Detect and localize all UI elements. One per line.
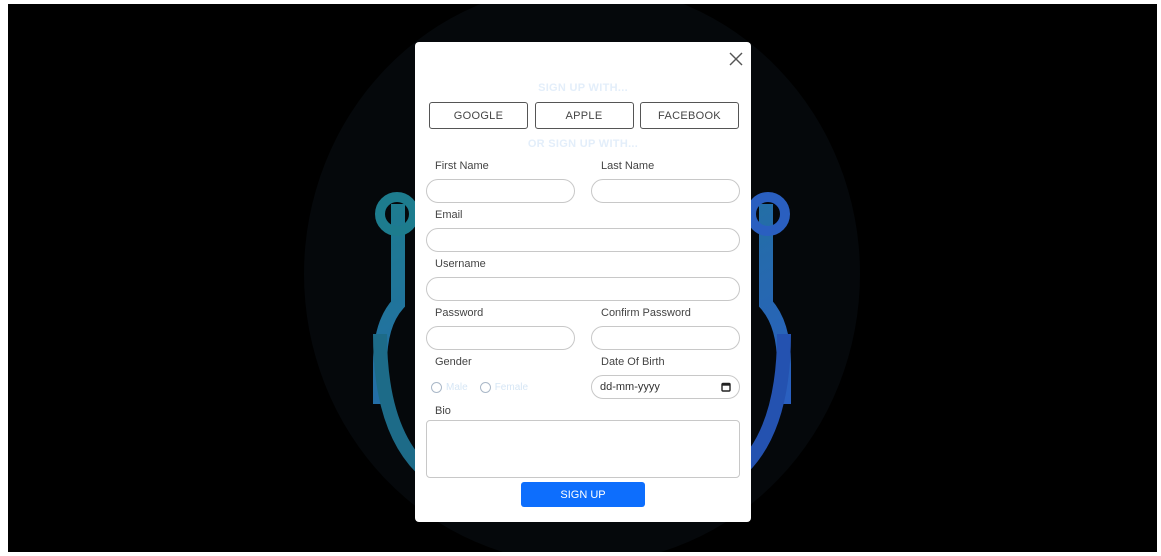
confirm-password-label: Confirm Password	[601, 307, 691, 319]
password-input[interactable]	[426, 326, 575, 350]
email-input[interactable]	[426, 228, 740, 252]
social-login-row: GOOGLE APPLE FACEBOOK	[429, 102, 739, 129]
gender-label: Gender	[435, 356, 472, 368]
gender-female-radio[interactable]	[479, 381, 491, 393]
first-name-label: First Name	[435, 160, 489, 172]
google-button[interactable]: GOOGLE	[429, 102, 528, 129]
username-input[interactable]	[426, 277, 740, 301]
password-label: Password	[435, 307, 484, 319]
calendar-icon[interactable]	[721, 382, 731, 392]
dob-input[interactable]: dd-mm-yyyy	[591, 375, 740, 399]
dob-placeholder: dd-mm-yyyy	[600, 381, 660, 393]
gender-female-label: Female	[494, 381, 529, 393]
or-signup-with-heading: OR SIGN UP WITH...	[527, 138, 639, 150]
dob-label: Date Of Birth	[601, 356, 665, 368]
apple-button[interactable]: APPLE	[534, 102, 634, 129]
signup-button[interactable]: SIGN UP	[521, 482, 645, 507]
username-label: Username	[435, 258, 486, 270]
last-name-input[interactable]	[591, 179, 740, 203]
signup-modal: SIGN UP WITH... GOOGLE APPLE FACEBOOK OR…	[415, 42, 751, 522]
first-name-input[interactable]	[426, 179, 575, 203]
facebook-button[interactable]: FACEBOOK	[640, 102, 739, 129]
bio-textarea[interactable]	[426, 420, 740, 478]
gender-male-radio[interactable]	[431, 381, 442, 393]
gender-options: Male Female	[431, 380, 536, 394]
confirm-password-input[interactable]	[591, 326, 740, 350]
page-backdrop: SIGN UP WITH... GOOGLE APPLE FACEBOOK OR…	[8, 4, 1157, 552]
signup-with-heading: SIGN UP WITH...	[538, 82, 628, 94]
bio-label: Bio	[435, 405, 451, 417]
last-name-label: Last Name	[601, 160, 655, 172]
close-icon[interactable]	[725, 48, 747, 70]
email-label: Email	[435, 209, 463, 221]
gender-male-label: Male	[446, 381, 468, 393]
